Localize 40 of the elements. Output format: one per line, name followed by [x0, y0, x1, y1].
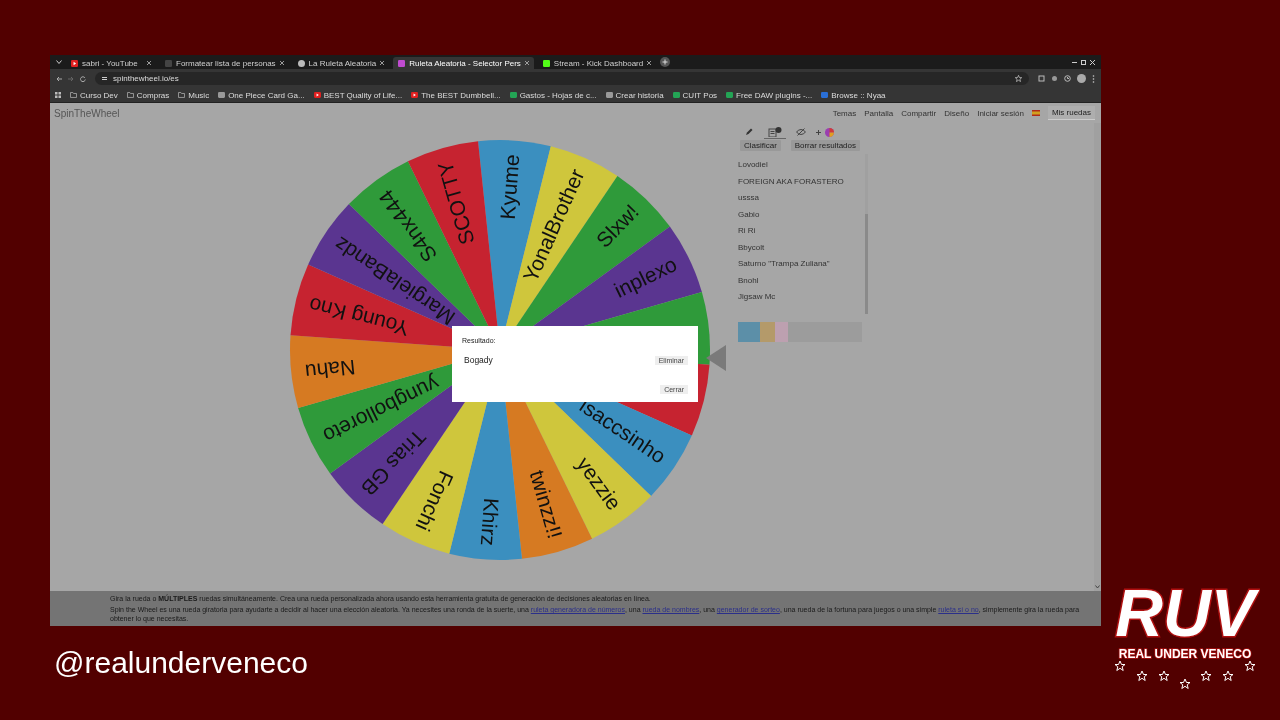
result-entry: Bbycolt [738, 242, 766, 252]
sort-button[interactable]: Clasificar [740, 140, 781, 151]
bookmark[interactable]: BEST Quality of Life... [313, 90, 403, 100]
bookmark[interactable]: Compras [126, 90, 170, 100]
channel-logo: RUV REAL UNDER VENECO [1110, 558, 1260, 694]
result-entry: FOREIGN AKA FORASTERO [738, 176, 845, 186]
bookmark[interactable]: Free DAW plugins -... [726, 90, 813, 100]
bookmark[interactable]: The BEST Dumbbell... [411, 90, 501, 100]
nav-link[interactable]: Diseño [944, 108, 970, 118]
bookmark[interactable]: Gastos - Hojas de c... [509, 90, 597, 100]
result-entry: Bnohl [738, 275, 760, 285]
address-bar[interactable]: spinthewheel.io/es [95, 72, 1029, 85]
browser-tab[interactable]: Formatear lista de personas [160, 57, 289, 69]
result-entry: Ri Ri [738, 226, 757, 235]
browser-tab[interactable]: Ruleta Aleatoria - Selector Pers [393, 57, 534, 69]
channel-handle: @realunderveneco [54, 646, 308, 680]
nav-link[interactable]: Temas [832, 108, 857, 118]
segment-label: Khirz [476, 497, 504, 547]
bookmark[interactable]: CUIT Pos [672, 90, 718, 100]
result-entry: Saturno "Trampa Zuliana" [738, 259, 831, 268]
bookmark[interactable]: Browse :: Nyaa [821, 90, 886, 100]
bookmark[interactable]: One Piece Card Ga... [218, 90, 305, 100]
bookmark[interactable]: Music [178, 90, 210, 100]
result-entry: Jigsaw Mc [738, 292, 777, 301]
nav-link[interactable]: Pantalla [864, 108, 894, 118]
browser-tab[interactable]: sabri - YouTube [66, 57, 156, 69]
result-entry: Lovodiel [738, 160, 769, 169]
nav-link[interactable]: Compartir [901, 108, 937, 118]
bookmark[interactable]: Crear historia [605, 90, 664, 100]
result-entry: usssa [738, 193, 760, 202]
result-entry: Gabio [738, 209, 761, 219]
nav-link[interactable]: Iniciar sesión [977, 108, 1024, 118]
my-wheels-button[interactable]: Mis ruedas [1047, 106, 1095, 120]
segment-label: Kyume [495, 153, 524, 221]
clear-results-button[interactable]: Borrar resultados [790, 140, 860, 151]
browser-tab[interactable]: La Ruleta Aleatoria [292, 57, 390, 69]
bookmark[interactable]: Curso Dev [70, 90, 118, 100]
browser-tab[interactable]: Stream - Kick Dashboard [537, 57, 657, 69]
result-name: Bogady [464, 355, 493, 365]
segment-label: twinzz!! [525, 467, 567, 542]
